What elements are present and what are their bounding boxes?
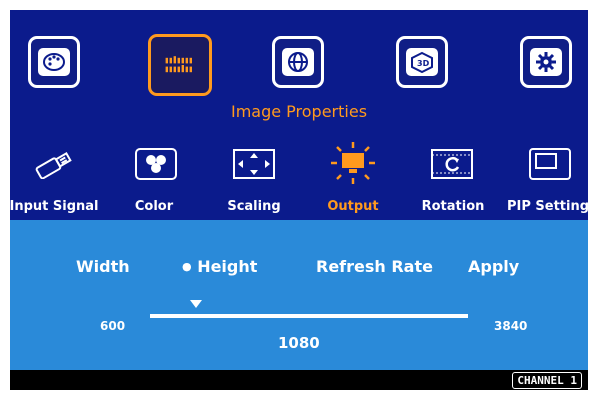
sub-menu-label-rotation[interactable]: Rotation — [422, 199, 485, 214]
slider-min-label: 600 — [100, 319, 126, 333]
sub-menu-label-scaling[interactable]: Scaling — [227, 199, 280, 214]
globe-icon — [282, 48, 314, 76]
osd-screen: 3D Image Properties Input Signal Color S… — [10, 10, 588, 390]
menu-title: Image Properties — [230, 102, 368, 121]
main-menu-palette-button[interactable] — [28, 36, 80, 88]
gear-icon — [530, 48, 562, 76]
main-menu-image-properties-button[interactable] — [148, 34, 212, 96]
option-height[interactable]: ● Height — [182, 257, 257, 276]
option-height-label: Height — [197, 257, 258, 276]
channel-indicator: CHANNEL 1 — [512, 372, 582, 389]
sub-menu-label-color[interactable]: Color — [135, 199, 173, 214]
option-refresh-rate[interactable]: Refresh Rate — [316, 257, 433, 276]
usb-plug-icon[interactable] — [32, 146, 76, 182]
sub-menu-label-input-signal[interactable]: Input Signal — [10, 199, 99, 214]
height-slider-track[interactable] — [150, 314, 468, 318]
height-slider-thumb[interactable] — [190, 300, 202, 308]
palette-icon — [38, 48, 70, 76]
main-menu-panel: 3D Image Properties Input Signal Color S… — [10, 10, 588, 220]
color-circles-icon[interactable] — [134, 146, 178, 182]
selected-bullet: ● — [182, 260, 192, 273]
image-properties-icon — [164, 51, 196, 79]
slider-value: 1080 — [278, 334, 320, 352]
rotation-icon[interactable] — [430, 146, 474, 182]
sub-menu-label-output[interactable]: Output — [327, 199, 378, 214]
option-width[interactable]: Width — [76, 257, 130, 276]
main-menu-globe-button[interactable] — [272, 36, 324, 88]
svg-text:3D: 3D — [417, 59, 430, 68]
slider-max-label: 3840 — [494, 319, 528, 333]
sub-menu-label-pip-setting[interactable]: PIP Setting — [507, 199, 588, 214]
option-apply[interactable]: Apply — [468, 257, 519, 276]
main-menu-3d-button[interactable]: 3D — [396, 36, 448, 88]
3d-icon: 3D — [406, 48, 438, 76]
status-bar: CHANNEL 1 — [10, 370, 588, 390]
main-menu-settings-button[interactable] — [520, 36, 572, 88]
pip-icon[interactable] — [528, 146, 572, 182]
output-monitor-icon[interactable] — [328, 140, 378, 186]
scaling-arrows-icon[interactable] — [232, 146, 276, 182]
